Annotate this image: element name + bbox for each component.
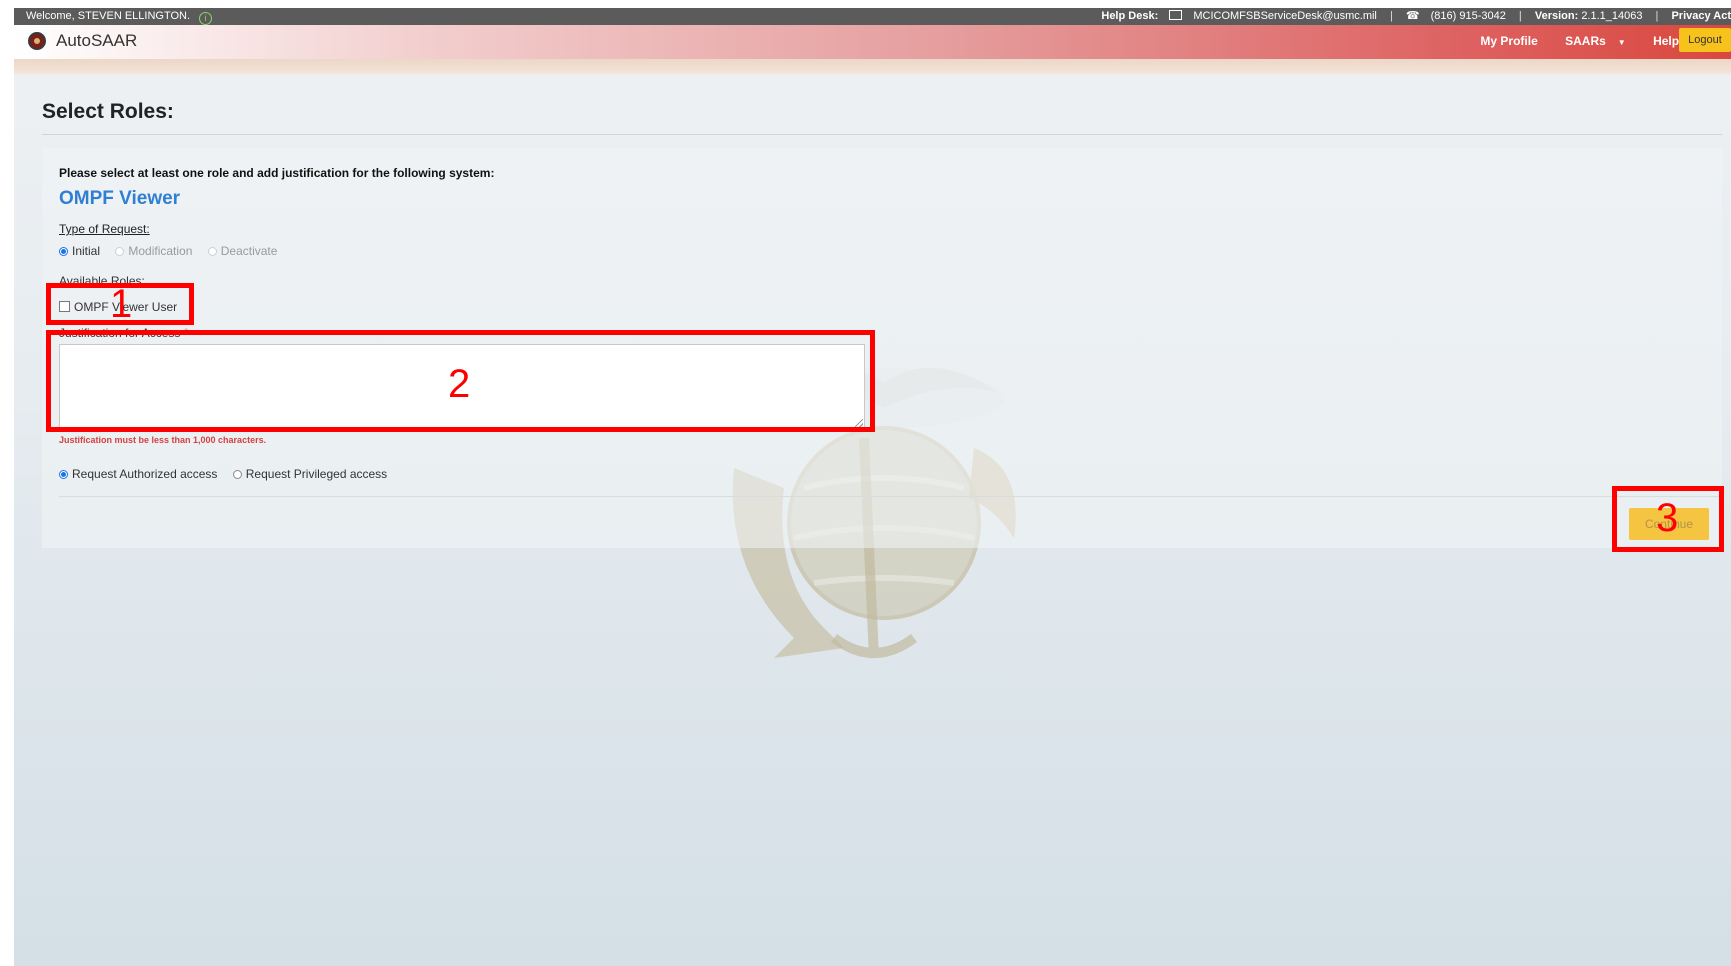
- radio-initial[interactable]: Initial: [59, 244, 100, 258]
- nav-my-profile[interactable]: My Profile: [1480, 34, 1537, 48]
- helpdesk-label: Help Desk:: [1101, 10, 1159, 22]
- logout-button[interactable]: Logout: [1679, 28, 1731, 52]
- request-type-group: Initial Modification Deactivate: [59, 244, 277, 258]
- annotation-number-2: 2: [448, 362, 471, 406]
- character-limit-note: Justification must be less than 1,000 ch…: [59, 435, 267, 445]
- panel-divider: [59, 496, 1719, 497]
- annotation-number-1: 1: [110, 282, 133, 326]
- info-icon[interactable]: i: [199, 12, 213, 25]
- mail-icon: [1169, 10, 1183, 20]
- radio-modification[interactable]: Modification: [115, 244, 192, 258]
- header-stripe: [14, 59, 1731, 74]
- welcome-text: Welcome, STEVEN ELLINGTON.: [26, 10, 191, 22]
- system-name: OMPF Viewer: [59, 188, 181, 209]
- instruction-text: Please select at least one role and add …: [59, 166, 495, 180]
- top-info-bar: Welcome, STEVEN ELLINGTON. i Help Desk: …: [14, 8, 1731, 25]
- radio-icon: [115, 247, 125, 256]
- radio-checked-icon: [59, 470, 68, 479]
- radio-deactivate[interactable]: Deactivate: [207, 244, 277, 258]
- radio-authorized-access[interactable]: Request Authorized access: [59, 467, 217, 481]
- radio-privileged-access[interactable]: Request Privileged access: [232, 467, 387, 481]
- annotation-number-3: 3: [1656, 496, 1679, 540]
- access-type-group: Request Authorized access Request Privil…: [59, 467, 387, 481]
- version-label: Version:: [1534, 10, 1579, 22]
- helpdesk-phone: (816) 915-3042: [1430, 10, 1506, 22]
- app-header: AutoSAAR My Profile SAARs▼ Help▼ Logout: [14, 25, 1731, 59]
- privacy-act-link[interactable]: Privacy Act: [1671, 10, 1731, 22]
- radio-icon: [232, 470, 242, 479]
- nav-saars[interactable]: SAARs ▼: [1553, 34, 1626, 48]
- title-divider: [42, 134, 1722, 135]
- phone-icon: ☎: [1405, 10, 1420, 22]
- app-frame: Welcome, STEVEN ELLINGTON. i Help Desk: …: [14, 8, 1731, 966]
- app-name[interactable]: AutoSAAR: [56, 31, 137, 51]
- usmc-seal-icon: [28, 32, 46, 50]
- helpdesk-email[interactable]: MCICOMFSBServiceDesk@usmc.mil: [1193, 10, 1377, 22]
- radio-icon: [207, 247, 217, 256]
- caret-down-icon: ▼: [1617, 38, 1626, 47]
- request-type-label: Type of Request:: [59, 222, 150, 236]
- version-value: 2.1.1_14063: [1581, 10, 1643, 22]
- main-nav: My Profile SAARs▼ Help▼: [1468, 34, 1699, 48]
- radio-checked-icon: [59, 247, 68, 256]
- page-title: Select Roles:: [42, 100, 174, 123]
